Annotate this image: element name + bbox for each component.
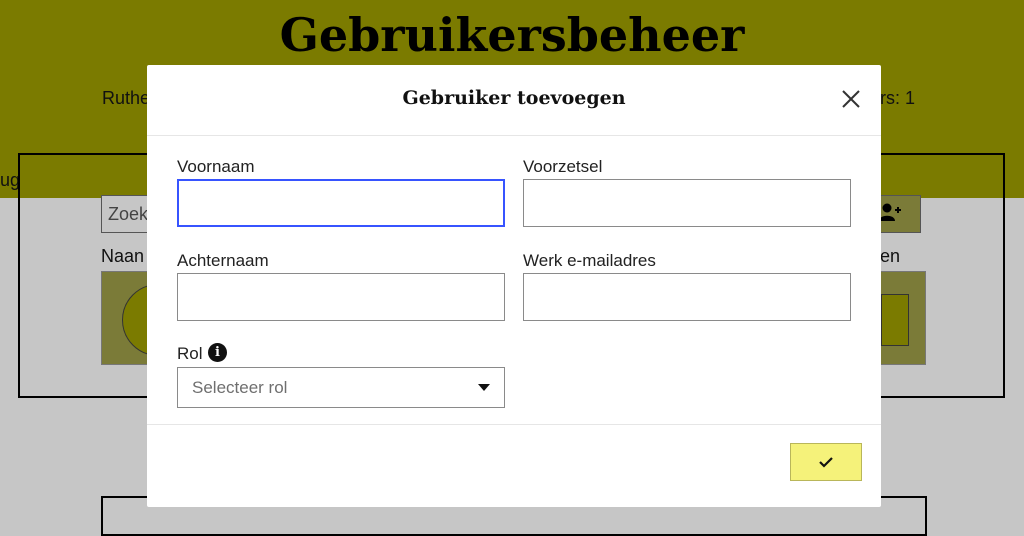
prefix-label: Voorzetsel [523, 157, 603, 176]
caret-down-icon [478, 384, 490, 391]
background-card-block [881, 294, 909, 346]
page-title: Gebruikersbeheer [279, 8, 745, 62]
last-name-label: Achternaam [177, 251, 269, 270]
background-user-card-right [880, 271, 926, 365]
role-label: Rol [177, 344, 203, 363]
dialog-header: Gebruiker toevoegen [147, 65, 881, 136]
background-column-name: Naan [101, 246, 145, 266]
role-select-value: Selecteer rol [192, 378, 288, 397]
background-user-card [101, 271, 149, 365]
current-user-label: Ruthe [102, 88, 151, 108]
work-email-label: Werk e-mailadres [523, 251, 656, 270]
background-avatar [122, 284, 148, 356]
background-column-right: en [880, 246, 901, 266]
add-user-dialog: Gebruiker toevoegen Voornaam Voorzetsel … [147, 65, 881, 507]
last-name-input[interactable] [177, 273, 505, 321]
first-name-input[interactable] [177, 179, 505, 227]
info-icon[interactable]: i [208, 343, 227, 362]
dialog-footer-divider [147, 424, 881, 425]
work-email-input[interactable] [523, 273, 851, 321]
dialog-title: Gebruiker toevoegen [402, 87, 626, 109]
prefix-input[interactable] [523, 179, 851, 227]
first-name-label: Voornaam [177, 157, 255, 176]
add-user-icon [879, 202, 901, 227]
checkmark-icon [819, 457, 833, 468]
role-select[interactable]: Selecteer rol [177, 367, 505, 408]
close-icon[interactable] [839, 87, 863, 111]
background-search-placeholder: Zoek [108, 204, 149, 224]
confirm-button[interactable] [790, 443, 862, 481]
